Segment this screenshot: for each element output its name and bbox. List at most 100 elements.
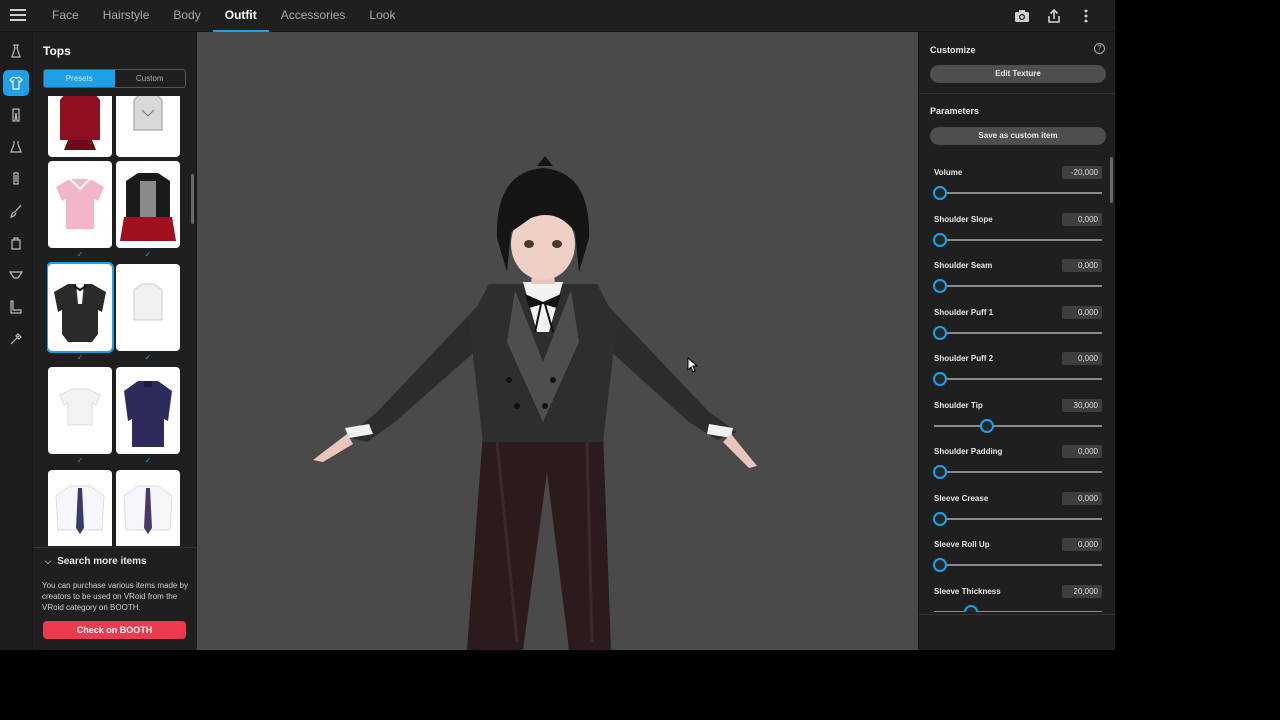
rail-shirt-icon[interactable] [3, 70, 29, 96]
rail-underwear-icon[interactable] [3, 262, 29, 288]
param-label: Sleeve Thickness [934, 586, 1001, 596]
slider-knob[interactable] [933, 465, 947, 479]
param-label: Volume [934, 168, 963, 177]
custom-segment[interactable]: Custom [115, 70, 186, 87]
slider-track[interactable] [934, 192, 1102, 194]
slider-knob[interactable] [933, 558, 947, 572]
item-thumb-pink-blouse[interactable] [48, 161, 112, 248]
rail-socks-icon[interactable] [3, 166, 29, 192]
item-thumb-red-top[interactable] [48, 96, 112, 157]
camera-icon[interactable] [1013, 7, 1031, 25]
model-viewport[interactable] [197, 32, 918, 650]
param-value-input[interactable]: -20,000 [1062, 166, 1102, 179]
divider [919, 614, 1115, 615]
item-thumb-white-tshirt[interactable] [48, 367, 112, 454]
param-shoulder-puff-2: Shoulder Puff 2 0,000 [933, 350, 1102, 396]
parameter-scrollbar[interactable] [1110, 157, 1113, 203]
param-value-input[interactable]: 0,000 [1062, 305, 1102, 319]
search-more-toggle[interactable]: ⌵ Search more items [45, 556, 147, 567]
save-custom-item-button[interactable]: Save as custom item [930, 127, 1106, 145]
rail-pants-icon[interactable] [3, 102, 29, 128]
rail-dress-icon[interactable] [3, 38, 29, 64]
param-value-input[interactable]: 0,000 [1062, 259, 1102, 272]
mouse-cursor-icon [687, 357, 699, 373]
rail-onepiece-icon[interactable] [3, 134, 29, 160]
chevron-down-icon: ⌵ [45, 557, 52, 566]
slider-track[interactable] [934, 424, 1102, 427]
item-thumb-white-shirt[interactable] [116, 264, 180, 351]
param-label: Shoulder Tip [934, 400, 983, 410]
slider-knob[interactable] [933, 511, 947, 526]
param-value-input[interactable]: 0,000 [1062, 445, 1102, 458]
edit-texture-button[interactable]: Edit Texture [930, 65, 1106, 83]
item-thumb-white-blouse[interactable] [116, 96, 180, 157]
param-value-input[interactable]: 20,000 [1062, 584, 1102, 598]
check-on-booth-button[interactable]: Check on BOOTH [43, 621, 186, 639]
tab-face[interactable]: Face [40, 0, 91, 32]
parameter-list: Volume -20,000 Shoulder Slope 0,000 Shou… [919, 157, 1115, 612]
search-more-section: ⌵ Search more items You can purchase vari… [33, 547, 197, 650]
param-value-input[interactable]: 30,000 [1062, 398, 1102, 412]
slider-track[interactable] [934, 564, 1102, 566]
owned-check: ✓ [144, 456, 152, 465]
search-more-label: Search more items [57, 556, 147, 567]
item-thumb-white-shirt-tie-2[interactable] [116, 470, 180, 546]
slider-track[interactable] [934, 471, 1102, 473]
items-panel: Tops Presets Custom ✓ ✓ ✓ ✓ ✓ ✓ ⌵ Search… [33, 32, 197, 650]
customize-panel: Customize ? Edit Texture Parameters Save… [918, 32, 1115, 650]
slider-track[interactable] [934, 610, 1102, 612]
param-value-input[interactable]: 0,000 [1062, 352, 1102, 365]
param-label: Shoulder Padding [934, 447, 1003, 456]
owned-check: ✓ [144, 250, 152, 259]
slider-knob[interactable] [964, 604, 979, 612]
item-thumb-vampire-outfit[interactable] [116, 161, 180, 248]
rail-brush-icon[interactable] [3, 198, 29, 224]
tab-hairstyle[interactable]: Hairstyle [91, 0, 162, 32]
category-rail [0, 32, 33, 650]
param-label: Shoulder Slope [934, 214, 993, 224]
param-volume: Volume -20,000 [933, 164, 1102, 210]
slider-knob[interactable] [979, 418, 994, 433]
slider-knob[interactable] [933, 372, 947, 386]
rail-wand-icon[interactable] [3, 326, 29, 352]
presets-segment[interactable]: Presets [44, 70, 115, 87]
slider-knob[interactable] [933, 279, 947, 293]
slider-track[interactable] [934, 238, 1102, 241]
item-thumb-purple-coat[interactable] [116, 367, 180, 454]
slider-knob[interactable] [933, 325, 947, 340]
slider-track[interactable] [934, 517, 1102, 520]
item-thumb-white-shirt-tie[interactable] [48, 470, 112, 546]
rail-shoe-icon[interactable] [3, 294, 29, 320]
param-sleeve-crease: Sleeve Crease 0,000 [933, 490, 1102, 536]
divider [919, 93, 1115, 94]
more-vertical-icon[interactable] [1077, 7, 1095, 25]
tab-body[interactable]: Body [161, 0, 212, 32]
avatar-model [313, 156, 757, 650]
owned-check: ✓ [144, 353, 152, 362]
item-thumb-black-tailcoat[interactable] [47, 262, 114, 353]
top-actions [1013, 7, 1095, 25]
param-value-input[interactable]: 0,000 [1062, 212, 1102, 226]
tab-look[interactable]: Look [357, 0, 407, 32]
tab-accessories[interactable]: Accessories [269, 0, 358, 32]
param-shoulder-padding: Shoulder Padding 0,000 [933, 443, 1102, 489]
param-shoulder-slope: Shoulder Slope 0,000 [933, 211, 1102, 257]
param-value-input[interactable]: 0,000 [1062, 538, 1102, 551]
grid-scrollbar[interactable] [191, 174, 194, 224]
help-icon[interactable]: ? [1094, 43, 1105, 54]
param-label: Sleeve Roll Up [934, 540, 990, 549]
owned-check: ✓ [76, 250, 84, 259]
rail-bag-icon[interactable] [3, 230, 29, 256]
param-sleeve-roll-up: Sleeve Roll Up 0,000 [933, 536, 1102, 582]
param-value-input[interactable]: 0,000 [1062, 491, 1102, 505]
slider-knob[interactable] [933, 232, 947, 247]
tab-outfit[interactable]: Outfit [212, 0, 269, 32]
slider-track[interactable] [934, 378, 1102, 380]
slider-knob[interactable] [933, 186, 947, 200]
app-window: Face Hairstyle Body Outfit Accessories L… [0, 0, 1115, 650]
menu-icon[interactable] [10, 9, 26, 23]
item-grid: ✓ ✓ ✓ ✓ ✓ ✓ [47, 96, 197, 546]
share-icon[interactable] [1045, 7, 1063, 25]
slider-track[interactable] [934, 285, 1102, 287]
slider-track[interactable] [934, 331, 1102, 334]
